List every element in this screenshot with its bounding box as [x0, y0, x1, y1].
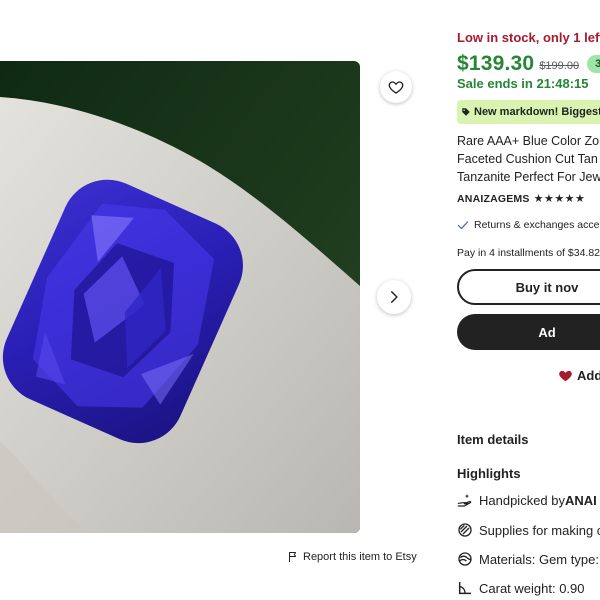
add-to-favorites-button[interactable]: Add	[558, 368, 600, 383]
product-image[interactable]	[0, 61, 360, 533]
installments-text: Pay in 4 installments of $34.82.	[457, 247, 600, 259]
report-item-link[interactable]: Report this item to Etsy	[287, 551, 417, 563]
highlight-supplies: Supplies for making c	[457, 522, 600, 538]
markdown-banner-text: New markdown! Biggest sa	[474, 106, 600, 118]
item-details-toggle[interactable]: Item details	[457, 432, 529, 447]
highlight-carat: Carat weight: 0.90	[457, 580, 585, 596]
materials-icon	[457, 551, 473, 567]
highlight-text: Supplies for making c	[479, 522, 600, 538]
price-row: $139.30 $199.00 30	[457, 52, 600, 76]
sale-countdown: Sale ends in 21:48:15	[457, 76, 589, 91]
shop-name-link[interactable]: ANAIZAGEMS	[457, 193, 530, 205]
supplies-icon	[457, 522, 473, 538]
checkmark-icon	[457, 221, 469, 230]
listing-title-line: Rare AAA+ Blue Color Zoi	[457, 134, 600, 148]
original-price: $199.00	[539, 59, 580, 72]
tag-icon	[461, 107, 471, 117]
highlight-materials: Materials: Gem type:	[457, 551, 599, 567]
heart-filled-icon	[559, 370, 572, 382]
returns-policy[interactable]: Returns & exchanges accep	[457, 219, 600, 231]
highlight-handpicked: Handpicked by ANAI	[457, 492, 597, 508]
highlight-shop-link[interactable]: ANAI	[565, 493, 597, 508]
add-to-cart-label: Ad	[538, 324, 556, 340]
star-rating-icon[interactable]: ★★★★★	[534, 192, 586, 205]
highlight-text: Handpicked by	[479, 492, 565, 508]
stock-warning: Low in stock, only 1 left	[457, 30, 600, 45]
report-link-label: Report this item to Etsy	[303, 551, 417, 563]
gemstone-photo	[0, 61, 360, 533]
listing-title-line: Faceted Cushion Cut Tan	[457, 152, 598, 166]
heart-outline-icon	[388, 81, 404, 94]
sale-price: $139.30	[457, 52, 535, 75]
discount-badge: 30	[587, 55, 600, 73]
highlight-text: Carat weight: 0.90	[479, 580, 585, 596]
hand-icon	[457, 492, 473, 508]
listing-title-line: Tanzanite Perfect For Jew	[457, 170, 600, 184]
shop-row: ANAIZAGEMS ★★★★★	[457, 192, 586, 206]
add-to-cart-button[interactable]: Ad	[457, 314, 600, 350]
listing-info-panel: Low in stock, only 1 left $139.30 $199.0…	[457, 0, 600, 600]
highlight-text: Materials: Gem type:	[479, 551, 599, 567]
add-to-favorites-label: Add	[577, 368, 600, 383]
next-image-button[interactable]	[377, 280, 411, 314]
product-page: Report this item to Etsy Low in stock, o…	[0, 0, 600, 600]
flag-icon	[289, 552, 296, 562]
buy-now-button[interactable]: Buy it nov	[457, 269, 600, 305]
returns-policy-text: Returns & exchanges accep	[474, 219, 600, 231]
carat-icon	[457, 580, 473, 596]
favorite-button[interactable]	[380, 71, 412, 103]
highlights-heading: Highlights	[457, 466, 521, 481]
buy-now-label: Buy it nov	[515, 279, 579, 295]
chevron-right-icon	[390, 291, 398, 303]
markdown-banner: New markdown! Biggest sa	[457, 100, 600, 124]
